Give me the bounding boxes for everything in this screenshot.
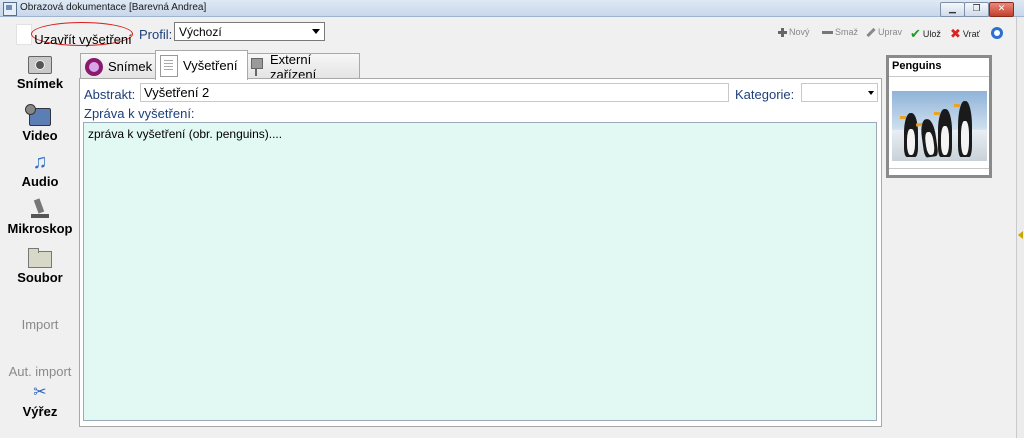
title-bar: Obrazová dokumentace [Barevná Andrea] ▁ …	[0, 0, 1024, 17]
tab-label: Externí zařízení	[270, 51, 317, 82]
pencil-icon	[866, 27, 876, 37]
document-icon	[160, 54, 178, 77]
minimize-button[interactable]: ▁	[940, 2, 965, 17]
close-exam-button[interactable]: Uzavřít vyšetření	[16, 21, 134, 47]
plus-icon	[778, 27, 787, 37]
sidebar-item-label: Soubor	[17, 270, 63, 285]
chevron-left-icon	[1018, 231, 1023, 239]
tab-vysetreni[interactable]: Vyšetření	[155, 50, 248, 80]
profile-value: Výchozí	[179, 25, 222, 39]
image-thumbnail[interactable]: Penguins	[886, 55, 992, 178]
close-exam-label: Uzavřít vyšetření	[34, 31, 132, 47]
sidebar-item-label: Aut. import	[8, 364, 72, 379]
tab-label: Vyšetření	[183, 58, 238, 73]
edit-label: Uprav	[878, 27, 903, 37]
document-icon	[16, 24, 32, 45]
sidebar-item-auto-import: Aut. import	[0, 364, 80, 379]
sidebar-item-label: Snímek	[16, 76, 64, 91]
sidebar-item-label: Video	[22, 128, 58, 143]
check-icon: ✔	[910, 26, 921, 41]
delete-label: Smaž	[835, 27, 859, 37]
scissors-icon: ✂	[33, 384, 47, 401]
close-window-button[interactable]: ✕	[989, 2, 1014, 17]
delete-button[interactable]: Smaž	[822, 27, 858, 37]
sidebar-item-label: Import	[21, 317, 59, 332]
sidebar-item-soubor[interactable]: Soubor	[0, 247, 80, 285]
report-label: Zpráva k vyšetření:	[84, 106, 195, 121]
sidebar-item-vyrez[interactable]: ✂ Výřez	[0, 384, 80, 419]
new-button[interactable]: Nový	[778, 27, 810, 37]
sidebar-item-mikroskop[interactable]: Mikroskop	[0, 199, 80, 236]
chevron-down-icon	[868, 91, 874, 95]
edit-button[interactable]: Uprav	[866, 27, 902, 37]
sidebar-item-audio[interactable]: ♫ Audio	[0, 152, 80, 189]
save-label: Ulož	[922, 29, 941, 39]
category-label: Kategorie:	[735, 87, 795, 102]
eye-icon	[85, 57, 103, 76]
music-note-icon: ♫	[32, 151, 48, 173]
save-button[interactable]: ✔ Ulož	[910, 26, 941, 42]
cross-icon: ✖	[950, 26, 961, 41]
window-title: Obrazová dokumentace [Barevná Andrea]	[20, 2, 207, 13]
abstract-input[interactable]	[140, 83, 729, 102]
sidebar-item-label: Audio	[21, 174, 59, 189]
category-select[interactable]	[801, 83, 878, 102]
new-label: Nový	[789, 27, 810, 37]
thumbnail-caption: Penguins	[892, 60, 942, 72]
folder-icon	[28, 248, 52, 268]
divider	[889, 168, 989, 169]
restore-button[interactable]: ❐	[964, 2, 989, 17]
chevron-down-icon	[312, 29, 320, 34]
sidebar-item-snimek[interactable]: Snímek	[0, 56, 80, 91]
video-camera-icon	[25, 104, 51, 126]
report-textarea[interactable]: zpráva k vyšetření (obr. penguins)....	[83, 122, 877, 421]
sidebar-item-label: Mikroskop	[7, 221, 73, 236]
penguins-image	[892, 91, 987, 161]
tab-snimek[interactable]: Snímek	[80, 53, 161, 79]
app-icon	[3, 2, 17, 16]
tab-label: Snímek	[108, 59, 153, 74]
help-icon	[991, 27, 1003, 39]
revert-label: Vrať	[962, 29, 980, 39]
divider	[889, 76, 989, 77]
profile-select[interactable]: Výchozí	[174, 22, 325, 41]
minus-icon	[822, 30, 833, 34]
sidebar-item-import: Import	[0, 317, 80, 332]
tab-externi-zarizeni[interactable]: Externí zařízení	[242, 51, 360, 82]
camera-icon	[28, 56, 52, 74]
sidebar-item-video[interactable]: Video	[0, 104, 80, 143]
abstract-label: Abstrakt:	[84, 87, 136, 102]
help-button[interactable]	[991, 27, 1003, 39]
plug-icon	[247, 57, 265, 76]
profile-label: Profil:	[139, 27, 173, 42]
collapse-handle[interactable]	[1016, 17, 1024, 438]
revert-button[interactable]: ✖ Vrať	[950, 26, 980, 42]
microscope-icon	[31, 199, 49, 219]
sidebar-item-label: Výřez	[22, 404, 58, 419]
